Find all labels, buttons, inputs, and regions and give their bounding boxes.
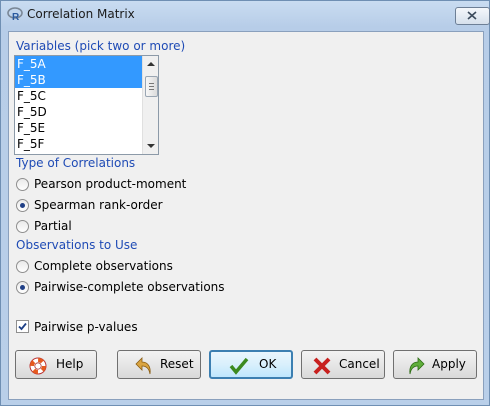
radio-label: Pairwise-complete observations	[34, 280, 225, 294]
list-item[interactable]: F_5C	[15, 88, 158, 104]
scroll-thumb[interactable]	[145, 76, 158, 97]
radio-label: Partial	[34, 219, 72, 233]
title-bar: R Correlation Matrix	[1, 1, 490, 28]
list-item[interactable]: F_5D	[15, 104, 158, 120]
radio-label: Spearman rank-order	[34, 198, 163, 212]
checkmark-icon	[18, 322, 27, 331]
svg-text:R: R	[12, 12, 20, 22]
listbox-scrollbar[interactable]	[142, 56, 158, 154]
ok-button[interactable]: OK	[209, 350, 293, 379]
reset-button[interactable]: Reset	[117, 350, 201, 379]
radio-complete[interactable]: Complete observations	[16, 258, 216, 276]
pairwise-pvalues-checkbox[interactable]: Pairwise p-values	[16, 319, 156, 337]
help-label: Help	[56, 357, 84, 371]
list-item[interactable]: F_5E	[15, 120, 158, 136]
scroll-up-icon[interactable]	[147, 60, 155, 68]
radio-button[interactable]	[16, 281, 29, 294]
correlation-type-label: Type of Correlations	[16, 156, 136, 170]
reset-label: Reset	[160, 357, 194, 371]
lifebuoy-icon	[29, 357, 47, 375]
radio-spearman[interactable]: Spearman rank-order	[16, 197, 216, 215]
variables-listbox[interactable]: F_5A F_5B F_5C F_5D F_5E F_5F	[14, 55, 159, 155]
dialog-body: Variables (pick two or more) F_5A F_5B F…	[8, 31, 484, 400]
checkbox[interactable]	[16, 320, 29, 333]
apply-button[interactable]: Apply	[393, 350, 477, 379]
variables-list: F_5A F_5B F_5C F_5D F_5E F_5F	[15, 56, 158, 152]
observations-label: Observations to Use	[16, 238, 138, 252]
radio-label: Pearson product-moment	[34, 177, 187, 191]
list-item[interactable]: F_5F	[15, 136, 158, 152]
radio-button[interactable]	[16, 220, 29, 233]
apply-arrow-icon	[409, 357, 425, 375]
ok-label: OK	[259, 357, 277, 371]
radio-button[interactable]	[16, 178, 29, 191]
radio-partial[interactable]: Partial	[16, 218, 216, 236]
radio-pearson[interactable]: Pearson product-moment	[16, 176, 216, 194]
apply-label: Apply	[432, 357, 466, 371]
close-icon	[467, 11, 477, 20]
cancel-label: Cancel	[339, 357, 380, 371]
radio-pairwise-complete[interactable]: Pairwise-complete observations	[16, 279, 236, 297]
list-item[interactable]: F_5B	[15, 72, 158, 88]
window-title: Correlation Matrix	[27, 7, 135, 21]
list-item[interactable]: F_5A	[15, 56, 158, 72]
radio-label: Complete observations	[34, 259, 173, 273]
radio-button[interactable]	[16, 199, 29, 212]
cancel-button[interactable]: Cancel	[301, 350, 385, 379]
help-button[interactable]: Help	[15, 350, 97, 379]
checkmark-icon	[229, 357, 249, 375]
checkbox-label: Pairwise p-values	[34, 320, 138, 334]
r-app-icon: R	[7, 7, 23, 22]
reset-arrow-icon	[135, 357, 151, 375]
close-button[interactable]	[455, 7, 490, 25]
cancel-x-icon	[313, 357, 331, 375]
dialog-window: R Correlation Matrix Variables (pick two…	[0, 0, 490, 406]
radio-button[interactable]	[16, 260, 29, 273]
scroll-down-icon[interactable]	[147, 142, 155, 150]
variables-label: Variables (pick two or more)	[16, 39, 186, 53]
